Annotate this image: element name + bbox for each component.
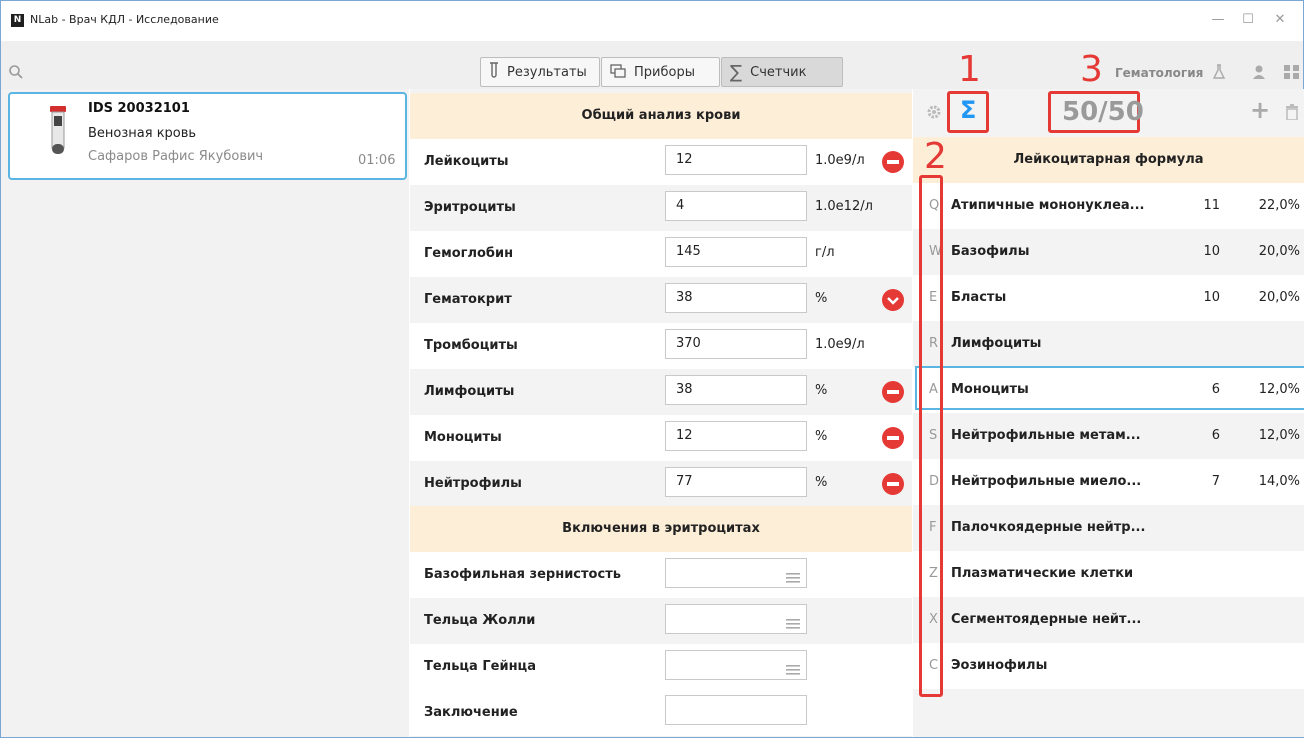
callout-number-3: 3 — [1080, 49, 1103, 90]
sample-material: Венозная кровь — [88, 126, 197, 141]
cbc-value-input[interactable]: 12 — [665, 145, 807, 175]
selected-row-highlight — [915, 366, 1304, 410]
department-label[interactable]: Гематология — [1115, 66, 1203, 80]
cell-count: 7 — [1211, 474, 1220, 489]
cbc-value-input[interactable]: 4 — [665, 191, 807, 221]
window-title: NLab - Врач КДЛ - Исследование — [30, 13, 219, 26]
cbc-row-label: Эритроциты — [424, 200, 516, 215]
inclusion-row-label: Тельца Жолли — [424, 613, 536, 628]
cbc-value-input[interactable]: 77 — [665, 467, 807, 497]
conclusion-input[interactable] — [665, 695, 807, 725]
cell-type-name: Атипичные мононуклеа... — [951, 198, 1145, 213]
list-menu-icon[interactable] — [786, 660, 800, 679]
formula-section-header: Лейкоцитарная формула — [913, 137, 1304, 183]
sigma-icon: ∑ — [730, 61, 743, 83]
results-tab-label: Результаты — [507, 64, 587, 80]
cbc-value-input[interactable]: 38 — [665, 283, 807, 313]
cell-type-name: Лимфоциты — [951, 336, 1042, 351]
minimize-button[interactable]: — — [1206, 10, 1230, 30]
high-flag-icon — [882, 381, 904, 403]
cbc-row-label: Лейкоциты — [424, 154, 509, 169]
cell-percent: 20,0% — [1258, 244, 1300, 259]
callout-number-2: 2 — [924, 136, 947, 177]
maximize-button[interactable]: ☐ — [1236, 10, 1260, 30]
low-flag-icon — [882, 289, 904, 311]
patient-name: Сафаров Рафис Якубович — [88, 149, 264, 164]
devices-tab-button[interactable]: Приборы — [601, 57, 720, 87]
cell-type-name: Нейтрофильные метам... — [951, 428, 1141, 443]
cbc-row-label: Лимфоциты — [424, 384, 515, 399]
cbc-unit: 1.0e9/л — [815, 337, 865, 352]
cbc-row-label: Нейтрофилы — [424, 476, 522, 491]
app-logo-icon: N — [11, 14, 24, 27]
cbc-section-header: Общий анализ крови — [410, 93, 912, 139]
devices-tab-label: Приборы — [634, 64, 695, 80]
inclusion-row-label: Базофильная зернистость — [424, 567, 621, 582]
sample-list-panel — [1, 89, 409, 737]
high-flag-icon — [882, 151, 904, 173]
cbc-value-input[interactable]: 38 — [665, 375, 807, 405]
counter-tab-button[interactable]: ∑ Счетчик — [721, 57, 843, 87]
cell-percent: 14,0% — [1258, 474, 1300, 489]
close-button[interactable]: ✕ — [1268, 10, 1292, 30]
search-icon[interactable] — [8, 64, 24, 80]
cell-count: 11 — [1203, 198, 1220, 213]
results-panel — [410, 89, 912, 737]
cbc-unit: % — [815, 383, 828, 398]
cbc-row-label: Тромбоциты — [424, 338, 518, 353]
cbc-row-label: Гемоглобин — [424, 246, 514, 261]
list-menu-icon[interactable] — [786, 614, 800, 633]
windows-icon — [610, 63, 626, 82]
high-flag-icon — [882, 473, 904, 495]
gear-icon[interactable] — [926, 104, 942, 120]
cbc-unit: 1.0e9/л — [815, 153, 865, 168]
callout-number-1: 1 — [958, 49, 981, 90]
list-menu-icon[interactable] — [786, 568, 800, 587]
cell-count: 10 — [1203, 244, 1220, 259]
high-flag-icon — [882, 427, 904, 449]
test-tube-icon — [489, 62, 499, 82]
grid-icon[interactable] — [1284, 65, 1300, 79]
cell-percent: 22,0% — [1258, 198, 1300, 213]
cell-count: 6 — [1211, 428, 1220, 443]
sample-time: 01:06 — [358, 153, 396, 168]
cbc-unit: % — [815, 475, 828, 490]
inclusion-row-label: Тельца Гейнца — [424, 659, 536, 674]
cell-type-name: Бласты — [951, 290, 1007, 305]
cell-percent: 12,0% — [1258, 428, 1300, 443]
cbc-unit: % — [815, 291, 828, 306]
cbc-row-label: Гематокрит — [424, 292, 512, 307]
sample-id: IDS 20032101 — [88, 101, 190, 116]
cell-type-name: Базофилы — [951, 244, 1030, 259]
conclusion-label: Заключение — [424, 705, 518, 720]
cbc-row-label: Моноциты — [424, 430, 502, 445]
callout-box-2 — [919, 175, 943, 697]
cbc-unit: % — [815, 429, 828, 444]
cbc-unit: 1.0e12/л — [815, 199, 873, 214]
cell-percent: 20,0% — [1258, 290, 1300, 305]
cell-type-name: Нейтрофильные миело... — [951, 474, 1142, 489]
sigma-icon[interactable]: Σ — [960, 96, 976, 124]
cbc-unit: г/л — [815, 245, 835, 260]
add-icon[interactable]: + — [1250, 96, 1270, 124]
flask-icon — [1212, 64, 1226, 79]
user-icon[interactable] — [1252, 64, 1266, 80]
cell-type-name: Сегментоядерные нейт... — [951, 612, 1142, 627]
cbc-value-input[interactable]: 370 — [665, 329, 807, 359]
counter-tab-label: Счетчик — [750, 64, 807, 80]
results-tab-button[interactable]: Результаты — [480, 57, 600, 87]
cell-type-name: Палочкоядерные нейтр... — [951, 520, 1146, 535]
cell-type-name: Эозинофилы — [951, 658, 1048, 673]
cell-count: 10 — [1203, 290, 1220, 305]
cbc-value-input[interactable]: 145 — [665, 237, 807, 267]
counter-total: 50/50 — [1062, 97, 1144, 127]
test-tube-icon — [50, 106, 66, 154]
inclusions-section-header: Включения в эритроцитах — [410, 506, 912, 552]
cbc-value-input[interactable]: 12 — [665, 421, 807, 451]
trash-icon[interactable] — [1285, 104, 1299, 120]
cell-type-name: Плазматические клетки — [951, 566, 1134, 581]
